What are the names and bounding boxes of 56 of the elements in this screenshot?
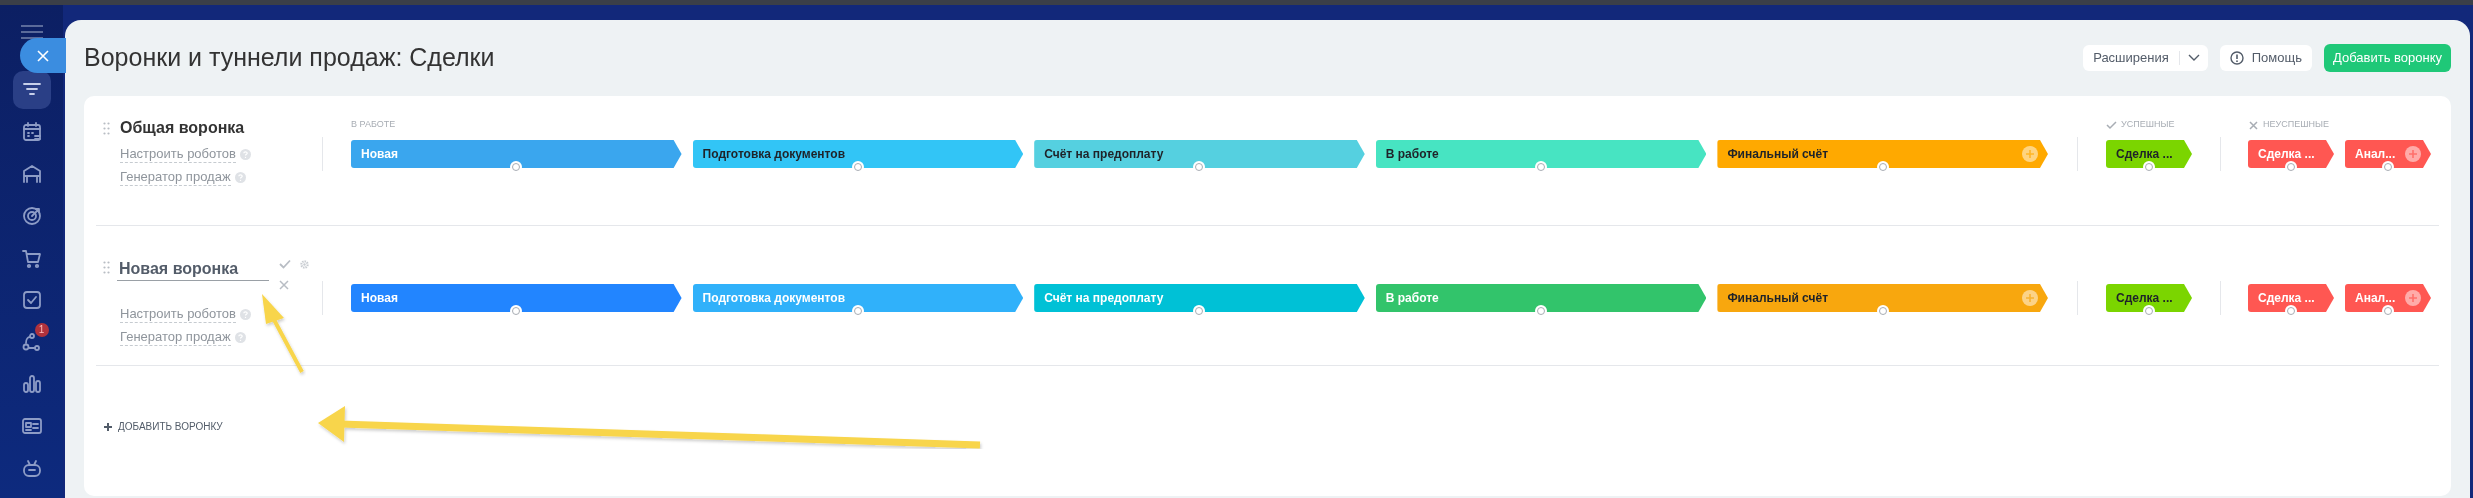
settings-link[interactable]: Генератор продаж [120,169,231,186]
close-button[interactable] [20,38,66,73]
sidebar-item[interactable]: 1 [12,323,51,361]
add-funnel-link[interactable]: ДОБАВИТЬ ВОРОНКУ [104,419,223,434]
plus-icon [2408,293,2418,303]
plus-icon [2024,149,2035,159]
stage[interactable]: Новая [351,284,682,312]
stage[interactable]: Сделка ... [2248,284,2334,312]
group-label: НЕУСПЕШНЫЕ [2263,118,2329,132]
help-icon[interactable] [234,332,246,343]
stage[interactable]: Счёт на предоплату [1034,284,1365,312]
stage[interactable]: Анал... [2345,140,2431,168]
help-icon[interactable] [239,309,251,320]
stage[interactable]: Подготовка документов [692,284,1024,312]
menu-icon[interactable] [20,25,43,39]
stage[interactable]: Счёт на предоплату [1034,140,1365,168]
drag-handle-icon[interactable] [103,261,113,274]
stage[interactable]: Сделка ... [2106,284,2192,312]
funnel-name-field[interactable]: Новая воронка [117,257,269,281]
settings-icon[interactable] [299,259,310,270]
stage[interactable]: Новая [351,140,682,168]
notification-badge: 1 [34,323,49,337]
stage[interactable]: Финальный счёт [1717,284,2048,312]
funnel-name: Общая воронка [120,118,245,138]
add-stage-button[interactable] [2021,290,2038,306]
checkmark-icon[interactable] [279,259,291,270]
sidebar-item[interactable] [12,71,51,109]
close-icon [2248,119,2259,131]
group-label: В РАБОТЕ [351,118,396,132]
group-label: УСПЕШНЫЕ [2121,118,2175,132]
close-icon [36,48,50,63]
help-icon[interactable] [234,172,246,183]
plus-icon [104,422,112,431]
help-icon[interactable] [239,149,251,160]
plus-icon [2024,293,2035,303]
stage[interactable]: Финальный счёт [1717,140,2048,168]
check-icon [2106,119,2117,131]
info-icon [2229,51,2244,65]
settings-link[interactable]: Генератор продаж [120,329,231,346]
settings-link[interactable]: Настроить роботов [120,306,236,323]
drag-handle-icon[interactable] [103,122,113,135]
stage[interactable]: Подготовка документов [692,140,1024,168]
add-stage-button[interactable] [2405,290,2421,306]
plus-icon [2408,149,2418,159]
help-button[interactable]: Помощь [2219,45,2312,71]
stage[interactable]: Сделка ... [2248,140,2334,168]
extensions-dropdown[interactable]: Расширения [2083,45,2208,71]
add-stage-button[interactable] [2021,146,2038,162]
add-stage-button[interactable] [2405,146,2421,162]
page-title: Воронки и туннели продаж: Сделки [84,42,496,74]
stage[interactable]: Сделка ... [2106,140,2192,168]
stage[interactable]: В работе [1375,140,1707,168]
stage[interactable]: В работе [1375,284,1707,312]
stage[interactable]: Анал... [2345,284,2431,312]
settings-link[interactable]: Настроить роботов [120,146,236,163]
add-funnel-button[interactable]: Добавить воронку [2323,44,2451,72]
